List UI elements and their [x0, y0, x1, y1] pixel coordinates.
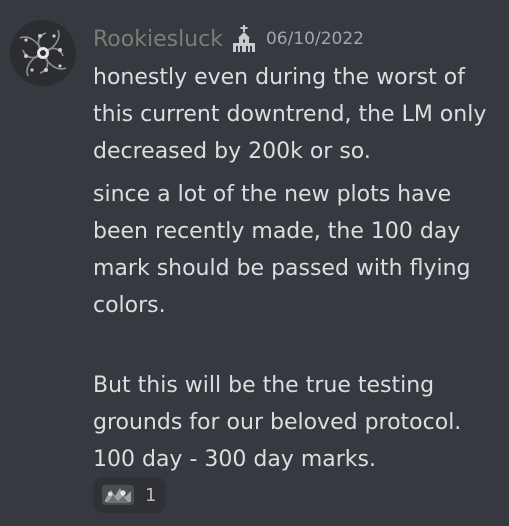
- avatar-swirl-icon: [10, 20, 76, 86]
- message-paragraph: But this will be the true testing ground…: [93, 373, 462, 472]
- message-content: honestly even during the worst of this c…: [93, 59, 498, 478]
- message-paragraph: honestly even during the worst of this c…: [93, 65, 487, 164]
- reaction-button[interactable]: 1: [93, 477, 166, 513]
- reaction-count: 1: [145, 484, 157, 506]
- message-header: Rookiesluck 06/10/2022: [93, 22, 364, 56]
- timestamp: 06/10/2022: [265, 29, 364, 49]
- avatar[interactable]: [10, 20, 76, 86]
- username[interactable]: Rookiesluck: [93, 27, 223, 52]
- custom-emoji-icon: [101, 482, 135, 508]
- message-paragraph: since a lot of the new plots have been r…: [93, 182, 471, 318]
- church-icon[interactable]: [230, 24, 258, 54]
- chat-message: Rookiesluck 06/10/2022 honestly even dur…: [0, 0, 509, 526]
